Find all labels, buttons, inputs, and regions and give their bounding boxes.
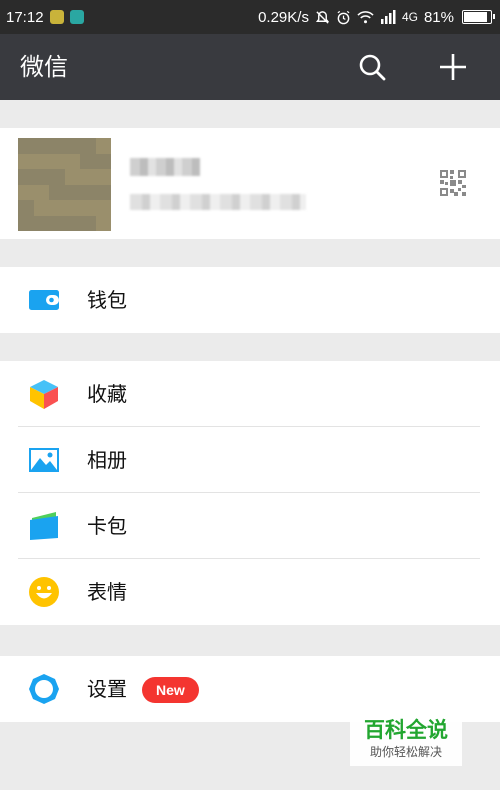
settings-section: 设置 New [0, 656, 500, 722]
screenshot-notification-icon [69, 10, 84, 24]
menu-item-album[interactable]: 相册 [0, 427, 500, 493]
features-section: 收藏 相册 卡包 表情 [0, 361, 500, 625]
smiley-icon [29, 577, 59, 607]
network-type: 4G [401, 10, 418, 24]
menu-label-cards: 卡包 [87, 514, 127, 538]
menu-item-favorites[interactable]: 收藏 [0, 361, 500, 427]
menu-label-favorites: 收藏 [87, 382, 127, 406]
wallet-section: 钱包 [0, 267, 500, 333]
wallet-icon [29, 290, 59, 310]
watermark-title: 百科全说 [364, 718, 448, 742]
menu-item-cards[interactable]: 卡包 [0, 493, 500, 559]
profile-wechat-id [130, 194, 306, 210]
menu-label-wallet: 钱包 [87, 288, 127, 312]
mute-bell-icon [315, 10, 330, 25]
menu-item-settings[interactable]: 设置 New [0, 656, 500, 722]
profile-name [130, 158, 200, 176]
menu-label-settings: 设置 [87, 677, 127, 701]
battery-percent: 81% [423, 8, 454, 26]
search-icon [359, 54, 386, 81]
menu-label-stickers: 表情 [87, 580, 127, 604]
search-button[interactable] [356, 51, 388, 83]
album-picture-icon [29, 448, 59, 472]
network-speed: 0.29K/s [258, 8, 309, 26]
notification-app-icon [49, 10, 64, 24]
menu-item-stickers[interactable]: 表情 [0, 559, 500, 625]
title-bar: 微信 [0, 34, 500, 100]
gear-icon [29, 674, 59, 704]
watermark-subtitle: 助你轻松解决 [369, 745, 442, 759]
wifi-icon [357, 10, 374, 24]
menu-item-wallet[interactable]: 钱包 [0, 267, 500, 333]
status-time: 17:12 [6, 8, 44, 26]
card-pack-icon [30, 512, 58, 540]
avatar [18, 138, 111, 231]
qr-code-icon[interactable] [440, 170, 466, 196]
favorites-cube-icon [30, 380, 58, 409]
plus-icon [440, 54, 466, 80]
alarm-icon [336, 10, 351, 25]
status-bar: 17:12 0.29K/s 4G 81% [0, 0, 500, 34]
battery-icon [462, 10, 495, 24]
new-badge: New [142, 677, 199, 703]
menu-label-album: 相册 [87, 448, 127, 472]
profile-card[interactable] [0, 128, 500, 239]
signal-icon [380, 10, 396, 24]
watermark-logo: 百科全说 助你轻松解决 [350, 714, 462, 766]
page-title: 微信 [20, 53, 68, 81]
add-button[interactable] [437, 51, 469, 83]
